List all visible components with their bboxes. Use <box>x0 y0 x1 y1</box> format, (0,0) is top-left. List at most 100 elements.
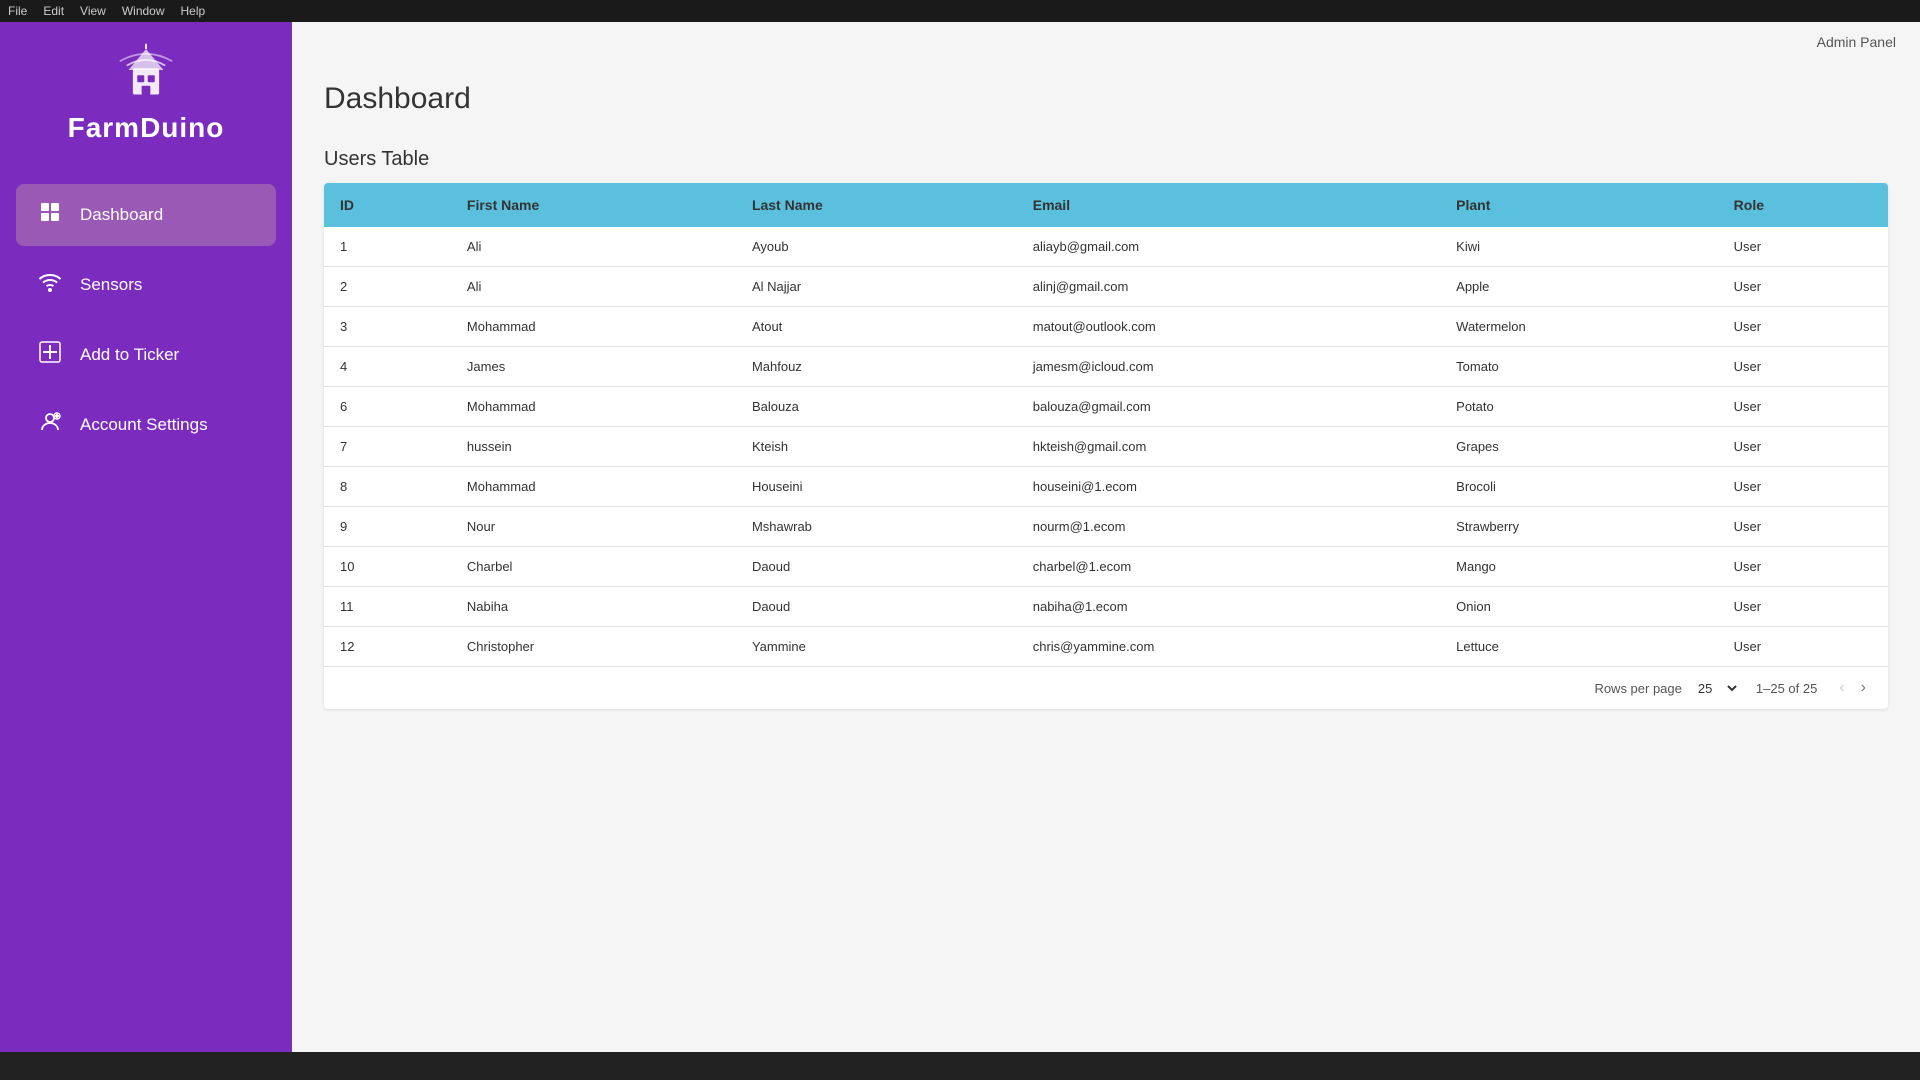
cell-id: 11 <box>324 587 451 627</box>
cell-last_name: Yammine <box>736 627 1017 667</box>
table-row: 12ChristopherYamminechris@yammine.comLet… <box>324 627 1888 667</box>
cell-last_name: Mahfouz <box>736 347 1017 387</box>
ticker-content: Banana : 3.2 $/kgApple : 2.5 $/kgOrange … <box>0 1059 1920 1074</box>
cell-last_name: Al Najjar <box>736 267 1017 307</box>
users-table-title: Users Table <box>324 148 1888 171</box>
table-header: ID First Name Last Name Email Plant Role <box>324 183 1888 227</box>
cell-role: User <box>1718 467 1888 507</box>
rows-per-page-select[interactable]: 25 50 100 <box>1690 678 1740 699</box>
cell-id: 3 <box>324 307 451 347</box>
menu-file[interactable]: File <box>8 4 27 18</box>
cell-email: alinj@gmail.com <box>1017 267 1440 307</box>
cell-plant: Strawberry <box>1440 507 1718 547</box>
cell-first_name: hussein <box>451 427 736 467</box>
cell-plant: Lettuce <box>1440 627 1718 667</box>
gear-person-icon <box>36 410 64 440</box>
cell-first_name: Nabiha <box>451 587 736 627</box>
cell-first_name: Ali <box>451 227 736 267</box>
cell-id: 2 <box>324 267 451 307</box>
col-id: ID <box>324 183 451 227</box>
table-row: 3MohammadAtoutmatout@outlook.comWatermel… <box>324 307 1888 347</box>
cell-last_name: Houseini <box>736 467 1017 507</box>
cell-plant: Watermelon <box>1440 307 1718 347</box>
logo-light: Farm <box>68 112 140 143</box>
cell-role: User <box>1718 627 1888 667</box>
add-list-icon <box>36 340 64 370</box>
sidebar: FarmDuino Dashboard <box>0 22 292 1052</box>
cell-id: 9 <box>324 507 451 547</box>
app-body: FarmDuino Dashboard <box>0 22 1920 1052</box>
cell-role: User <box>1718 387 1888 427</box>
users-table: ID First Name Last Name Email Plant Role… <box>324 183 1888 666</box>
table-footer: Rows per page 25 50 100 1–25 of 25 ‹ › <box>324 666 1888 709</box>
cell-first_name: James <box>451 347 736 387</box>
cell-role: User <box>1718 427 1888 467</box>
cell-first_name: Charbel <box>451 547 736 587</box>
rows-per-page-control: Rows per page 25 50 100 <box>1594 678 1739 699</box>
ticker-bar: Banana : 3.2 $/kgApple : 2.5 $/kgOrange … <box>0 1052 1920 1080</box>
farmduino-logo-icon <box>111 42 181 112</box>
table-row: 8MohammadHouseinihouseini@1.ecomBrocoliU… <box>324 467 1888 507</box>
wifi-icon <box>36 270 64 300</box>
cell-role: User <box>1718 227 1888 267</box>
cell-plant: Kiwi <box>1440 227 1718 267</box>
cell-email: chris@yammine.com <box>1017 627 1440 667</box>
prev-page-button[interactable]: ‹ <box>1833 677 1850 699</box>
cell-email: jamesm@icloud.com <box>1017 347 1440 387</box>
cell-id: 1 <box>324 227 451 267</box>
sidebar-item-add-to-ticker[interactable]: Add to Ticker <box>16 324 276 386</box>
cell-first_name: Mohammad <box>451 387 736 427</box>
logo-bold: Duino <box>140 112 224 143</box>
top-bar: Admin Panel <box>292 22 1920 62</box>
nav-items: Dashboard Sensors <box>0 184 292 456</box>
table-row: 4JamesMahfouzjamesm@icloud.comTomatoUser <box>324 347 1888 387</box>
cell-plant: Apple <box>1440 267 1718 307</box>
cell-email: houseini@1.ecom <box>1017 467 1440 507</box>
col-last-name: Last Name <box>736 183 1017 227</box>
cell-email: charbel@1.ecom <box>1017 547 1440 587</box>
sidebar-item-dashboard[interactable]: Dashboard <box>16 184 276 246</box>
cell-email: matout@outlook.com <box>1017 307 1440 347</box>
cell-last_name: Daoud <box>736 547 1017 587</box>
cell-plant: Potato <box>1440 387 1718 427</box>
cell-first_name: Ali <box>451 267 736 307</box>
pagination-info: 1–25 of 25 <box>1756 681 1817 696</box>
cell-id: 10 <box>324 547 451 587</box>
cell-id: 12 <box>324 627 451 667</box>
col-first-name: First Name <box>451 183 736 227</box>
sidebar-item-sensors[interactable]: Sensors <box>16 254 276 316</box>
page-title: Dashboard <box>324 82 1888 116</box>
cell-plant: Mango <box>1440 547 1718 587</box>
cell-email: aliayb@gmail.com <box>1017 227 1440 267</box>
cell-plant: Grapes <box>1440 427 1718 467</box>
table-header-row: ID First Name Last Name Email Plant Role <box>324 183 1888 227</box>
cell-id: 6 <box>324 387 451 427</box>
cell-id: 7 <box>324 427 451 467</box>
add-to-ticker-label: Add to Ticker <box>80 345 179 365</box>
cell-email: balouza@gmail.com <box>1017 387 1440 427</box>
logo-text: FarmDuino <box>68 112 225 144</box>
menu-view[interactable]: View <box>80 4 106 18</box>
cell-plant: Tomato <box>1440 347 1718 387</box>
account-settings-label: Account Settings <box>80 415 208 435</box>
title-bar: File Edit View Window Help <box>0 0 1920 22</box>
cell-role: User <box>1718 307 1888 347</box>
cell-role: User <box>1718 547 1888 587</box>
cell-last_name: Atout <box>736 307 1017 347</box>
cell-id: 4 <box>324 347 451 387</box>
cell-last_name: Mshawrab <box>736 507 1017 547</box>
table-body: 1AliAyoubaliayb@gmail.comKiwiUser2AliAl … <box>324 227 1888 666</box>
next-page-button[interactable]: › <box>1855 677 1872 699</box>
menu-edit[interactable]: Edit <box>43 4 64 18</box>
table-row: 6MohammadBalouzabalouza@gmail.comPotatoU… <box>324 387 1888 427</box>
cell-email: nabiha@1.ecom <box>1017 587 1440 627</box>
sidebar-item-account-settings[interactable]: Account Settings <box>16 394 276 456</box>
table-row: 9NourMshawrabnourm@1.ecomStrawberryUser <box>324 507 1888 547</box>
cell-first_name: Mohammad <box>451 467 736 507</box>
cell-email: nourm@1.ecom <box>1017 507 1440 547</box>
cell-last_name: Kteish <box>736 427 1017 467</box>
cell-first_name: Christopher <box>451 627 736 667</box>
menu-window[interactable]: Window <box>122 4 165 18</box>
cell-last_name: Ayoub <box>736 227 1017 267</box>
menu-help[interactable]: Help <box>181 4 206 18</box>
